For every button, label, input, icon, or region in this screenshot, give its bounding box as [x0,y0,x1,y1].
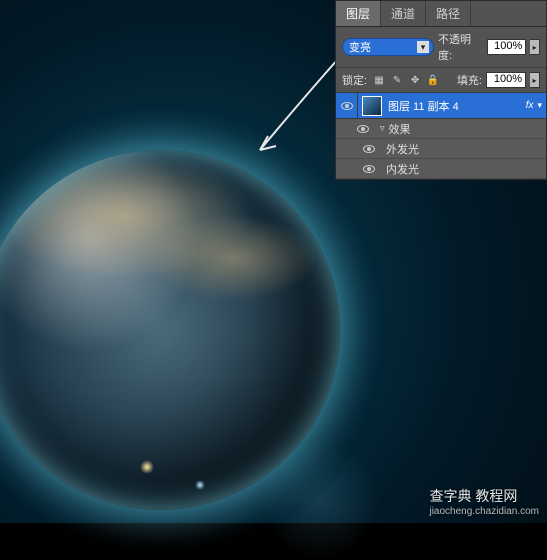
effect-label: 内发光 [386,161,419,177]
panel-tabs: 图层 通道 路径 [336,1,546,27]
fx-badge[interactable]: fx [522,100,538,111]
eye-icon [341,102,353,110]
lock-label: 锁定: [342,72,367,88]
tab-channels[interactable]: 通道 [381,1,426,26]
layers-panel: 图层 通道 路径 变亮 ▾ 不透明度: 100% ▸ 锁定: ▦ ✎ ✥ 🔒 填… [335,0,547,180]
layer-name: 图层 11 副本 4 [386,98,522,114]
visibility-toggle[interactable] [336,93,358,118]
effect-inner-glow[interactable]: 内发光 [336,159,546,179]
watermark-sub: jiaocheng.chazidian.com [429,506,539,517]
triangle-down-icon: ▿ [380,123,385,134]
layer-list: 图层 11 副本 4 fx ▾ ▿ 效果 外发光 内发光 [336,93,546,179]
fill-label: 填充: [457,72,482,88]
lock-all-icon[interactable]: 🔒 [425,72,441,88]
lock-pixels-icon[interactable]: ✎ [389,72,405,88]
effects-header[interactable]: ▿ 效果 [336,119,546,139]
tab-paths[interactable]: 路径 [426,1,471,26]
lock-position-icon[interactable]: ✥ [407,72,423,88]
lock-fill-row: 锁定: ▦ ✎ ✥ 🔒 填充: 100% ▸ [336,68,546,93]
effect-label: 外发光 [386,141,419,157]
watermark: 查字典 教程网 jiaocheng.chazidian.com [429,486,539,517]
blend-mode-select[interactable]: 变亮 ▾ [342,38,434,56]
opacity-input[interactable]: 100% [487,39,526,55]
visibility-toggle[interactable] [358,159,380,178]
effects-label: 效果 [389,121,411,137]
lock-transparency-icon[interactable]: ▦ [371,72,387,88]
visibility-toggle[interactable] [358,139,380,158]
eye-icon [357,125,369,133]
watermark-main: 查字典 教程网 [429,488,517,504]
visibility-toggle[interactable] [352,119,374,138]
fill-stepper[interactable]: ▸ [530,72,540,88]
lock-icons: ▦ ✎ ✥ 🔒 [371,72,441,88]
flare-dot [140,460,154,474]
fill-input[interactable]: 100% [486,72,526,88]
flare-dot [195,480,205,490]
tab-layers[interactable]: 图层 [336,1,381,26]
blend-opacity-row: 变亮 ▾ 不透明度: 100% ▸ [336,27,546,68]
chevron-down-icon: ▾ [417,41,429,53]
eye-icon [363,145,375,153]
opacity-label: 不透明度: [438,31,483,63]
lens-flare [260,440,380,560]
layer-thumbnail[interactable] [362,96,382,116]
effect-outer-glow[interactable]: 外发光 [336,139,546,159]
opacity-stepper[interactable]: ▸ [530,39,540,55]
blend-mode-value: 变亮 [349,39,371,55]
layer-row[interactable]: 图层 11 副本 4 fx ▾ [336,93,546,119]
fx-expand-icon[interactable]: ▾ [537,100,546,111]
eye-icon [363,165,375,173]
